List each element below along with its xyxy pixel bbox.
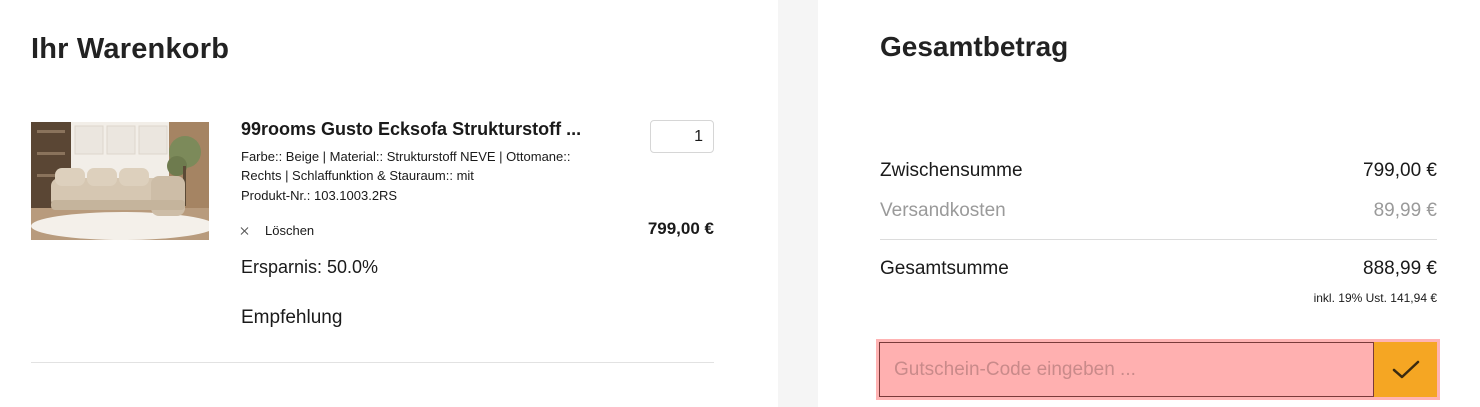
divider [880,239,1437,240]
remove-item-button[interactable]: Löschen [241,223,314,238]
close-icon [241,227,249,235]
summary-panel: Gesamtbetrag Zwischensumme 799,00 € Vers… [818,0,1480,407]
sofa-product-photo-icon [31,122,209,240]
remove-label: Löschen [265,223,315,238]
subtotal-label: Zwischensumme [880,160,1023,181]
cart-title: Ihr Warenkorb [31,33,230,65]
quantity-input[interactable] [650,120,714,153]
coupon-form [876,339,1440,400]
tax-note: inkl. 19% Ust. 141,94 € [1313,291,1437,305]
product-number-value: 103.1003.2RS [313,188,398,203]
line-item-price: 799,00 € [647,219,714,238]
product-number: Produkt-Nr.: 103.1003.2RS [241,188,397,203]
product-name[interactable]: 99rooms Gusto Ecksofa Strukturstoff ... [241,119,601,140]
subtotal-row: Zwischensumme 799,00 € [880,160,1437,182]
total-row: Gesamtsumme 888,99 € [880,258,1437,280]
total-label: Gesamtsumme [880,258,1009,279]
shipping-value: 89,99 € [1373,200,1437,221]
product-number-label: Produkt-Nr.: [241,188,311,203]
shipping-label: Versandkosten [880,200,1006,221]
total-value: 888,99 € [1363,258,1437,279]
shipping-row: Versandkosten 89,99 € [880,200,1437,222]
panel-gutter [778,0,818,407]
apply-coupon-button[interactable] [1374,342,1437,397]
divider [31,362,714,363]
cart-panel: Ihr Warenkorb 99rooms Gusto Ecksofa Stru… [0,0,778,407]
product-variant: Farbe:: Beige | Material:: Strukturstoff… [241,149,571,183]
savings-text: Ersparnis: 50.0% [241,257,379,277]
check-icon [1392,360,1419,378]
product-image[interactable] [31,122,209,240]
recommendation-label: Empfehlung [241,307,343,328]
coupon-code-input[interactable] [879,342,1374,397]
subtotal-value: 799,00 € [1363,160,1437,181]
summary-title: Gesamtbetrag [880,31,1069,62]
